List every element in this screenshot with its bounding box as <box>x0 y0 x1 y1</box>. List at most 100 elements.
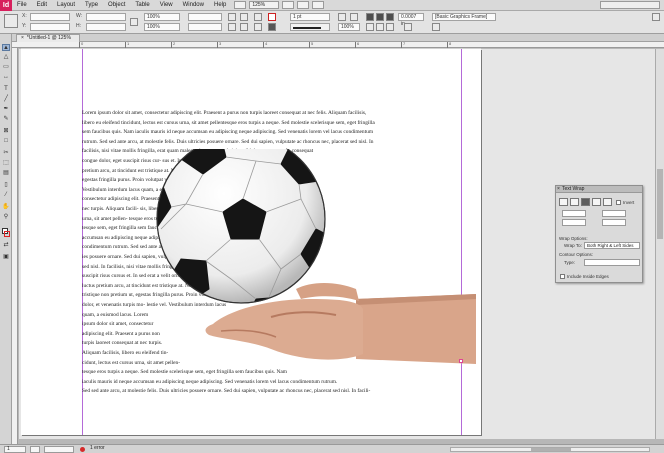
menu-table[interactable]: Table <box>130 2 154 8</box>
no-wrap-icon[interactable] <box>559 198 568 206</box>
line-tool-icon[interactable]: ╱ <box>2 96 10 103</box>
auto-fit-icon[interactable] <box>432 23 440 31</box>
shear-field[interactable] <box>188 23 222 31</box>
reference-point-icon[interactable] <box>4 14 18 28</box>
pencil-tool-icon[interactable]: ✎ <box>2 116 10 123</box>
vertical-scroll-thumb[interactable] <box>657 169 663 239</box>
rotation-field[interactable] <box>188 13 222 21</box>
zoom-level-select[interactable]: 125% <box>249 1 280 9</box>
scale-x-field[interactable]: 100% <box>144 13 180 21</box>
wrap-to-select[interactable]: Both Right & Left Sides <box>584 242 640 249</box>
stroke-weight-field[interactable]: 1 pt <box>290 13 330 21</box>
constrain-proportions-icon[interactable] <box>130 18 138 26</box>
rectangle-tool-icon[interactable]: □ <box>2 138 10 145</box>
panel-close-icon[interactable]: × <box>557 186 560 192</box>
fill-stroke-icon[interactable] <box>2 228 10 238</box>
scissors-tool-icon[interactable]: ✂ <box>2 150 10 157</box>
eyedropper-tool-icon[interactable]: ⁄ <box>2 192 10 199</box>
align-right-icon[interactable] <box>386 13 394 21</box>
document-tab[interactable]: × *Untitled-1 @ 125% <box>16 34 80 42</box>
menu-help[interactable]: Help <box>209 2 231 8</box>
horizontal-scrollbar[interactable] <box>450 447 650 452</box>
object-style-select[interactable]: [Basic Graphics Frame] <box>432 13 496 21</box>
pen-tool-icon[interactable]: ✒ <box>2 106 10 113</box>
preflight-error-icon[interactable] <box>80 447 85 452</box>
opacity-field[interactable]: 100% <box>338 23 360 31</box>
jump-to-next-column-icon[interactable] <box>603 198 612 206</box>
panel-menu-icon[interactable] <box>652 13 660 21</box>
soccer-ball-hand-image[interactable] <box>151 149 476 369</box>
fill-swatch-icon[interactable] <box>268 13 276 21</box>
vertical-scrollbar[interactable] <box>655 49 664 439</box>
menu-layout[interactable]: Layout <box>52 2 80 8</box>
gap-tool-icon[interactable]: ↔ <box>2 74 10 81</box>
drop-shadow-icon[interactable] <box>350 13 358 21</box>
effects-fx-icon[interactable] <box>338 13 346 21</box>
distribute-left-icon[interactable] <box>366 23 374 31</box>
menu-view[interactable]: View <box>155 2 178 8</box>
align-left-icon[interactable] <box>366 13 374 21</box>
menu-object[interactable]: Object <box>103 2 130 8</box>
next-page-button[interactable] <box>30 446 40 453</box>
menu-edit[interactable]: Edit <box>32 2 52 8</box>
bridge-button[interactable] <box>234 1 247 9</box>
direct-selection-tool-icon[interactable]: △ <box>2 54 10 61</box>
select-content-icon[interactable] <box>254 23 262 31</box>
document-page[interactable]: Lorem ipsum dolor sit amet, consectetur … <box>21 48 481 435</box>
swap-fill-stroke-icon[interactable]: ⇄ <box>2 242 10 249</box>
zoom-tool-icon[interactable]: ⚲ <box>2 214 10 221</box>
height-field[interactable] <box>86 23 126 31</box>
hand-tool-icon[interactable]: ✋ <box>2 204 10 211</box>
horizontal-scroll-thumb[interactable] <box>531 448 571 451</box>
jump-object-icon[interactable] <box>592 198 601 206</box>
page-tool-icon[interactable]: ▭ <box>2 64 10 71</box>
contour-type-select[interactable] <box>584 259 640 266</box>
preview-mode-icon[interactable]: ▣ <box>2 254 10 261</box>
free-transform-tool-icon[interactable]: ⬚ <box>2 160 10 167</box>
note-tool-icon[interactable]: ▯ <box>2 182 10 189</box>
wrap-object-shape-icon[interactable] <box>581 198 590 206</box>
stroke-type-select[interactable] <box>290 23 330 31</box>
arrange-documents-button[interactable] <box>312 1 325 9</box>
screen-mode-button[interactable] <box>297 1 310 9</box>
view-options-button[interactable] <box>282 1 295 9</box>
include-inside-edges-checkbox[interactable] <box>560 274 565 279</box>
width-field[interactable] <box>86 13 126 21</box>
preflight-status[interactable]: 1 error <box>88 446 116 453</box>
workspace-switcher[interactable] <box>600 1 660 9</box>
text-wrap-title-bar[interactable]: × Text Wrap <box>556 186 642 193</box>
wrap-bounding-box-icon[interactable] <box>570 198 579 206</box>
stroke-width-value-field[interactable]: 0.0007 in <box>398 13 424 27</box>
frame-corner-handle[interactable] <box>459 359 463 363</box>
y-field[interactable] <box>30 23 70 31</box>
top-offset-field[interactable] <box>562 210 586 217</box>
rotate-cw-icon[interactable] <box>228 13 236 21</box>
menu-file[interactable]: File <box>12 2 32 8</box>
vertical-ruler[interactable] <box>12 48 18 444</box>
menu-window[interactable]: Window <box>178 2 209 8</box>
open-page-button[interactable] <box>44 446 74 453</box>
type-tool-icon[interactable]: T <box>2 86 10 93</box>
rectangle-frame-tool-icon[interactable]: ⊠ <box>2 128 10 135</box>
distribute-right-icon[interactable] <box>386 23 394 31</box>
selection-tool-icon[interactable]: ▲ <box>2 44 10 51</box>
gradient-tool-icon[interactable]: ▤ <box>2 170 10 177</box>
close-tab-icon[interactable]: × <box>21 35 24 41</box>
stroke-swatch-icon[interactable] <box>268 23 276 31</box>
fitting-frame-icon[interactable] <box>404 23 412 31</box>
x-field[interactable] <box>30 13 70 21</box>
rotate-ccw-icon[interactable] <box>228 23 236 31</box>
distribute-center-icon[interactable] <box>376 23 384 31</box>
text-line: sem faucibus quis. Nam iaculis mauris id… <box>82 129 374 136</box>
select-container-icon[interactable] <box>254 13 262 21</box>
right-offset-field[interactable] <box>602 219 626 226</box>
page-number-field[interactable]: 1 <box>4 446 26 453</box>
align-center-icon[interactable] <box>376 13 384 21</box>
menu-type[interactable]: Type <box>80 2 103 8</box>
invert-checkbox[interactable] <box>616 200 621 205</box>
flip-vertical-icon[interactable] <box>240 23 248 31</box>
flip-horizontal-icon[interactable] <box>240 13 248 21</box>
left-offset-field[interactable] <box>602 210 626 217</box>
bottom-offset-field[interactable] <box>562 219 586 226</box>
scale-y-field[interactable]: 100% <box>144 23 180 31</box>
